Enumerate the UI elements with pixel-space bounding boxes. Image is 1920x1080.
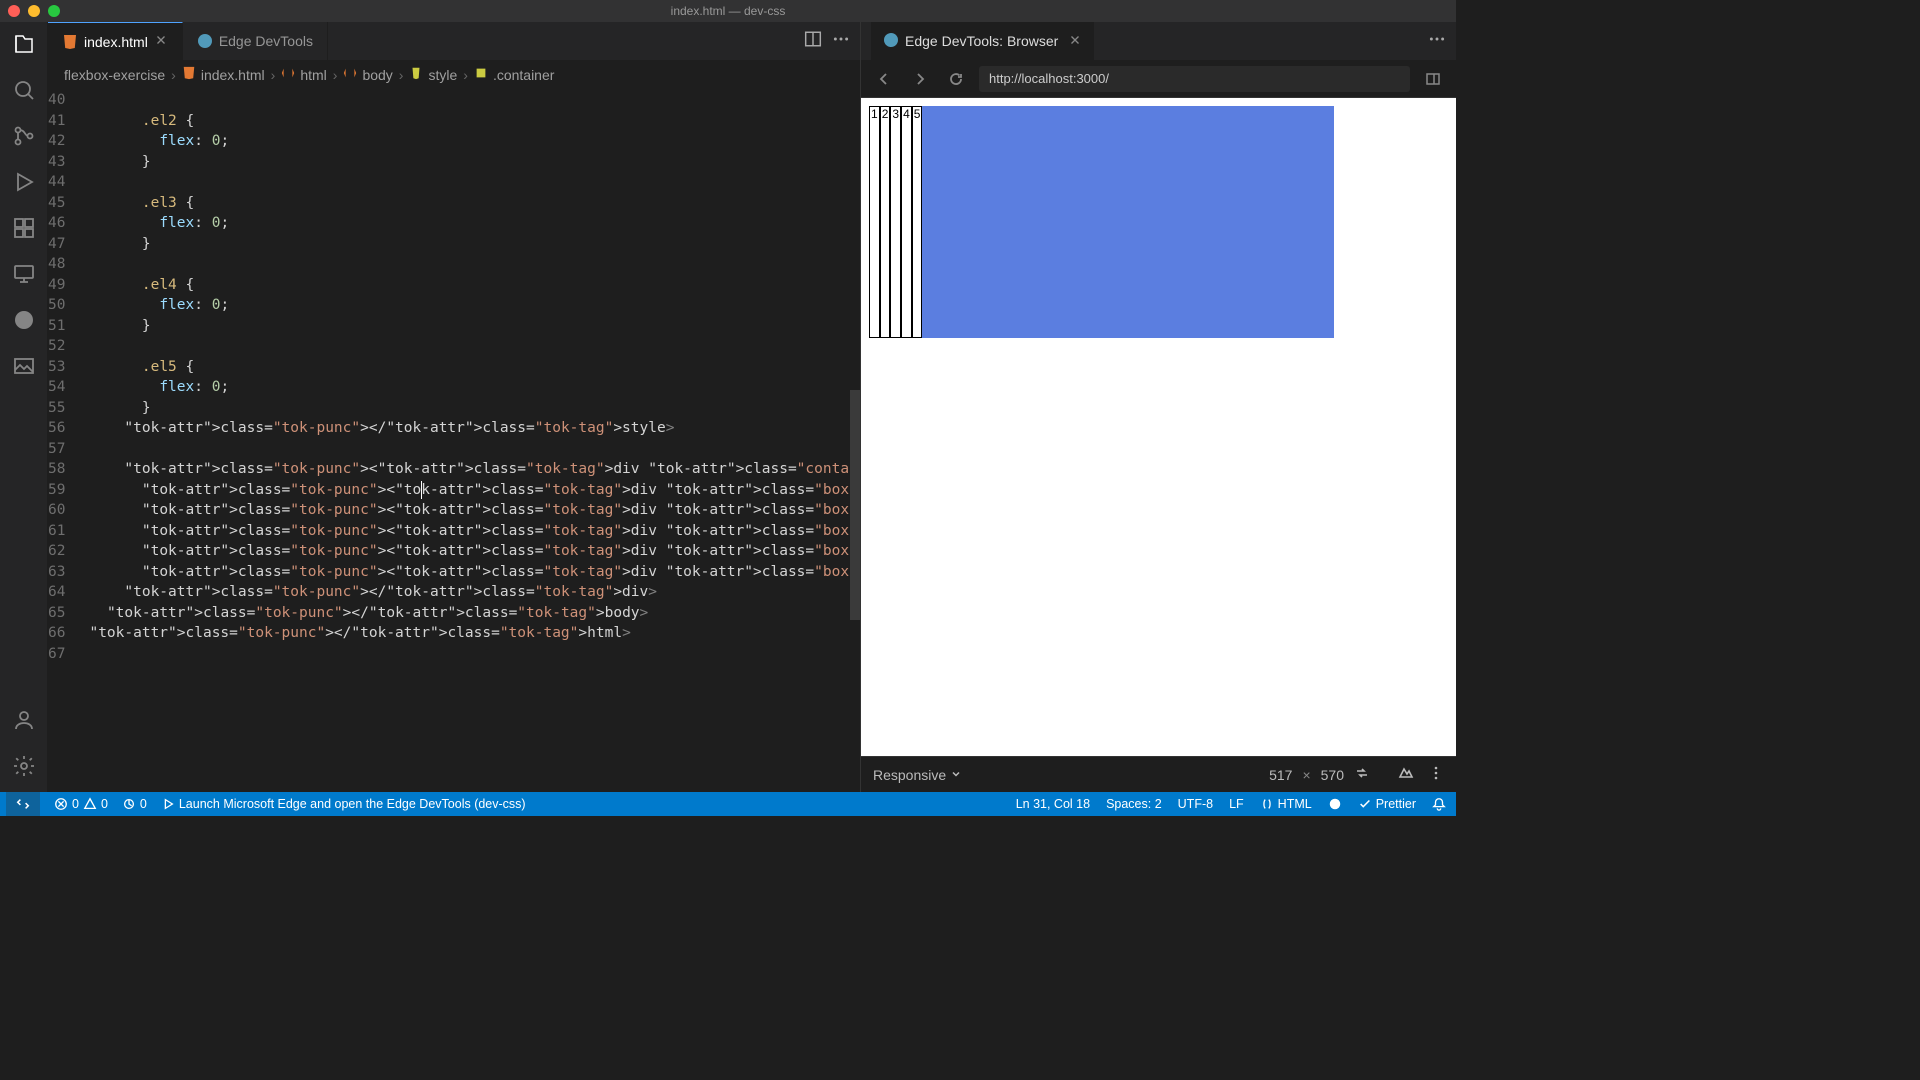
- tab-label: Edge DevTools: [219, 33, 313, 49]
- url-bar[interactable]: http://localhost:3000/: [979, 66, 1410, 92]
- viewport-dimensions: 517 × 570: [1269, 765, 1370, 784]
- editor-tab-actions: [794, 22, 860, 60]
- macos-title-bar: index.html — dev-css: [0, 0, 1456, 22]
- settings-gear-icon[interactable]: [10, 752, 38, 780]
- close-icon[interactable]: [154, 33, 168, 50]
- remote-button[interactable]: [6, 792, 40, 816]
- devtools-panel: Edge DevTools: Browser http://localhost:…: [860, 22, 1456, 792]
- breadcrumb-style: style: [409, 66, 457, 83]
- source-control-icon[interactable]: [10, 122, 38, 150]
- breadcrumb-body: body: [343, 66, 392, 83]
- flex-box-4: 4: [901, 106, 912, 338]
- html-file-icon: [182, 66, 196, 83]
- flex-box-3: 3: [890, 106, 901, 338]
- browser-preview[interactable]: 1 2 3 4 5: [861, 98, 1456, 756]
- flex-container: 1 2 3 4 5: [869, 106, 1334, 338]
- problems-button[interactable]: 0 0: [54, 797, 108, 811]
- style-icon: [409, 66, 423, 83]
- back-button[interactable]: [871, 66, 897, 92]
- explorer-icon[interactable]: [10, 30, 38, 58]
- tab-label: index.html: [84, 34, 148, 50]
- editor-tabs: index.html Edge DevTools: [48, 22, 860, 60]
- screenshot-icon[interactable]: [1398, 765, 1414, 784]
- tab-edge-devtools[interactable]: Edge DevTools: [183, 22, 328, 60]
- times-icon: ×: [1302, 767, 1310, 783]
- breadcrumb-html: html: [281, 66, 326, 83]
- window-title: index.html — dev-css: [671, 4, 786, 18]
- code-editor[interactable]: 4041424344454647484950515253545556575859…: [48, 90, 860, 792]
- device-toolbar: Responsive 517 × 570: [861, 756, 1456, 792]
- window-close-icon[interactable]: [8, 5, 20, 17]
- line-numbers: 4041424344454647484950515253545556575859…: [48, 90, 81, 792]
- indentation[interactable]: Spaces: 2: [1106, 797, 1162, 811]
- chevron-right-icon: ›: [271, 67, 276, 83]
- editor-group: index.html Edge DevTools flexbox-exercis…: [48, 22, 860, 792]
- element-icon: [343, 66, 357, 83]
- language-mode[interactable]: HTML: [1260, 797, 1312, 811]
- forward-button[interactable]: [907, 66, 933, 92]
- launch-task-button[interactable]: Launch Microsoft Edge and open the Edge …: [161, 797, 526, 811]
- edge-icon: [883, 32, 899, 51]
- window-maximize-icon[interactable]: [48, 5, 60, 17]
- run-debug-icon[interactable]: [10, 168, 38, 196]
- breadcrumb-container: .container: [474, 66, 554, 83]
- status-bar: 0 0 0 Launch Microsoft Edge and open the…: [0, 792, 1456, 816]
- window-minimize-icon[interactable]: [28, 5, 40, 17]
- eol[interactable]: LF: [1229, 797, 1244, 811]
- chevron-right-icon: ›: [463, 67, 468, 83]
- scrollbar-thumb[interactable]: [850, 390, 860, 620]
- edge-tools-icon[interactable]: [10, 306, 38, 334]
- accounts-icon[interactable]: [10, 706, 38, 734]
- go-live-button[interactable]: [1328, 797, 1342, 811]
- close-icon[interactable]: [1068, 33, 1082, 50]
- viewport-width[interactable]: 517: [1269, 767, 1292, 783]
- extensions-icon[interactable]: [10, 214, 38, 242]
- remote-explorer-icon[interactable]: [10, 260, 38, 288]
- encoding[interactable]: UTF-8: [1178, 797, 1213, 811]
- element-icon: [281, 66, 295, 83]
- responsive-dropdown[interactable]: Responsive: [873, 767, 962, 783]
- more-actions-icon[interactable]: [832, 30, 850, 53]
- tab-index-html[interactable]: index.html: [48, 22, 183, 60]
- ports-button[interactable]: 0: [122, 797, 147, 811]
- browser-toolbar: http://localhost:3000/: [861, 60, 1456, 98]
- selector-icon: [474, 66, 488, 83]
- dock-icon[interactable]: [1420, 66, 1446, 92]
- chevron-down-icon: [950, 767, 962, 783]
- split-editor-icon[interactable]: [804, 30, 822, 53]
- chevron-right-icon: ›: [333, 67, 338, 83]
- breadcrumb-project: flexbox-exercise: [64, 67, 165, 83]
- prettier-button[interactable]: Prettier: [1358, 797, 1416, 811]
- chevron-right-icon: ›: [171, 67, 176, 83]
- image-icon[interactable]: [10, 352, 38, 380]
- flex-box-1: 1: [869, 106, 880, 338]
- flex-box-5: 5: [912, 106, 923, 338]
- more-options-icon[interactable]: [1428, 765, 1444, 784]
- tab-label: Edge DevTools: Browser: [905, 33, 1058, 49]
- search-icon[interactable]: [10, 76, 38, 104]
- notifications-icon[interactable]: [1432, 797, 1446, 811]
- devtools-tabs: Edge DevTools: Browser: [861, 22, 1456, 60]
- html-file-icon: [62, 34, 78, 50]
- chevron-right-icon: ›: [399, 67, 404, 83]
- breadcrumb[interactable]: flexbox-exercise › index.html › html › b…: [48, 60, 860, 90]
- reload-button[interactable]: [943, 66, 969, 92]
- activity-bar: [0, 22, 48, 792]
- rotate-icon[interactable]: [1354, 765, 1370, 784]
- breadcrumb-file: index.html: [182, 66, 265, 83]
- flex-box-2: 2: [880, 106, 891, 338]
- cursor-position[interactable]: Ln 31, Col 18: [1016, 797, 1090, 811]
- edge-icon: [197, 33, 213, 49]
- traffic-lights: [8, 5, 60, 17]
- viewport-height[interactable]: 570: [1321, 767, 1344, 783]
- tab-devtools-browser[interactable]: Edge DevTools: Browser: [871, 22, 1094, 60]
- more-actions-icon[interactable]: [1428, 30, 1446, 53]
